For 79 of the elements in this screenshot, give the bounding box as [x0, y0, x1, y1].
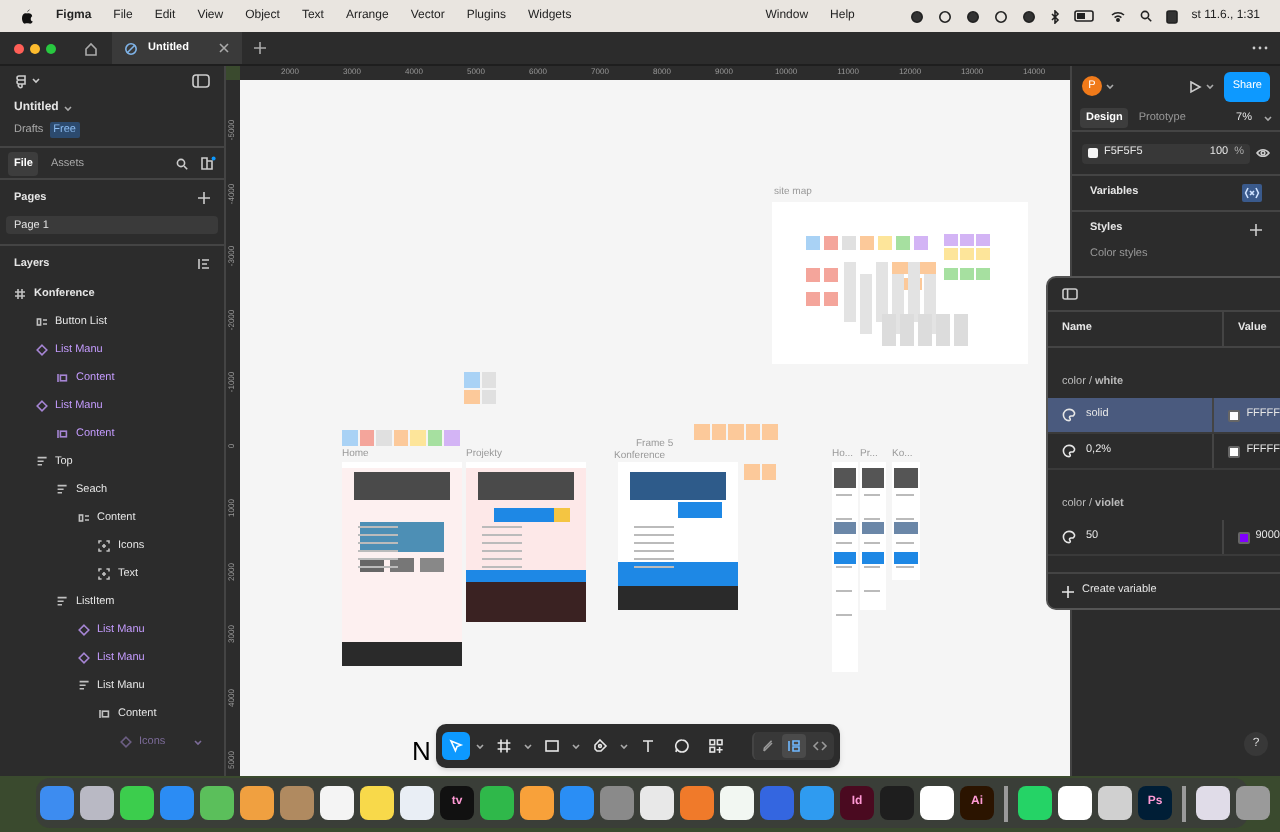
caret-icon[interactable]: [572, 743, 580, 749]
auto-layout-icon: [56, 596, 68, 609]
variables-icon[interactable]: [1242, 184, 1262, 202]
app-icon[interactable]: [520, 786, 554, 820]
chevron-down-icon[interactable]: [1264, 115, 1272, 121]
caret-icon[interactable]: [620, 743, 628, 749]
caret-icon[interactable]: [476, 743, 484, 749]
auto-layout-icon: [77, 680, 89, 693]
webpage-mockup-drawing[interactable]: [342, 462, 462, 666]
component-instance-icon: [35, 344, 47, 357]
chevron-down-icon[interactable]: [1206, 83, 1215, 89]
app-icon[interactable]: [720, 786, 754, 820]
component-instance-icon: [35, 400, 47, 413]
move-tool-icon[interactable]: [442, 732, 470, 760]
auto-layout-icon: [98, 708, 110, 721]
app-icon[interactable]: [1098, 786, 1132, 820]
minimize-window-button[interactable]: [30, 43, 40, 53]
palette-icon: [1062, 444, 1076, 458]
app-icon[interactable]: [1018, 786, 1052, 820]
search-icon[interactable]: [1139, 10, 1152, 22]
play-icon[interactable]: [1188, 79, 1203, 93]
app-icon[interactable]: [920, 786, 954, 820]
sticky-notes-drawing: [744, 464, 778, 479]
wifi-icon[interactable]: [1109, 10, 1126, 22]
close-window-button[interactable]: [14, 43, 24, 53]
library-icon[interactable]: [200, 156, 216, 171]
group-icon: [98, 568, 110, 581]
add-icon[interactable]: [1250, 223, 1262, 235]
close-icon[interactable]: [218, 42, 231, 54]
zoom-window-button[interactable]: [46, 43, 56, 53]
apple-icon[interactable]: [20, 8, 34, 24]
app-icon[interactable]: [1196, 786, 1230, 820]
home-icon[interactable]: [84, 41, 98, 55]
chevron-down-icon[interactable]: [64, 106, 73, 112]
add-icon: [1062, 585, 1074, 597]
component-instance-icon: [77, 652, 89, 665]
sticky-notes-drawing: [694, 424, 779, 439]
palette-icon: [1062, 530, 1076, 544]
layout-icon[interactable]: [198, 257, 210, 270]
app-icon[interactable]: [80, 786, 114, 820]
auto-layout-icon: [77, 512, 89, 525]
sticky-notes-drawing: [464, 372, 498, 404]
auto-layout-icon: [56, 428, 68, 441]
caret-icon[interactable]: [524, 743, 532, 749]
mobile-mockup-drawing[interactable]: [832, 462, 858, 672]
mobile-mockup-drawing[interactable]: [860, 462, 886, 610]
app-icon[interactable]: [400, 786, 434, 820]
color-swatch: [1088, 148, 1098, 158]
auto-layout-icon: [35, 456, 47, 469]
app-icon[interactable]: [640, 786, 674, 820]
auto-layout-icon: [56, 484, 68, 497]
app-icon[interactable]: [360, 786, 394, 820]
control-center-icon[interactable]: [1165, 9, 1178, 23]
canvas-text: N: [412, 738, 431, 764]
mobile-mockup-drawing[interactable]: [892, 462, 920, 580]
eye-icon[interactable]: [1256, 148, 1270, 158]
webpage-mockup-drawing[interactable]: [466, 462, 586, 622]
app-icon[interactable]: [200, 786, 234, 820]
app-icon[interactable]: [1058, 786, 1092, 820]
chevron-down-icon[interactable]: [1106, 83, 1114, 89]
add-icon[interactable]: [198, 192, 210, 205]
design-mode-icon[interactable]: [782, 734, 806, 758]
app-icon[interactable]: [320, 786, 354, 820]
battery-icon[interactable]: [1073, 10, 1096, 22]
add-tab-icon[interactable]: [254, 42, 267, 54]
auto-layout-icon: [56, 372, 68, 385]
webpage-mockup-drawing[interactable]: [618, 462, 738, 610]
auto-layout-icon: [35, 316, 47, 329]
sidebar-toggle-icon[interactable]: [1062, 288, 1078, 300]
panel-toggle-icon[interactable]: [192, 74, 210, 88]
sticky-notes-drawing: [342, 430, 461, 445]
frame-icon: [14, 288, 26, 301]
palette-icon: [1062, 408, 1076, 422]
app-icon[interactable]: [240, 786, 274, 820]
component-instance-icon: [77, 624, 89, 637]
bluetooth-icon[interactable]: [1049, 9, 1060, 23]
group-icon: [98, 540, 110, 553]
app-icon[interactable]: [120, 786, 154, 820]
component-instance-icon: [119, 736, 131, 749]
